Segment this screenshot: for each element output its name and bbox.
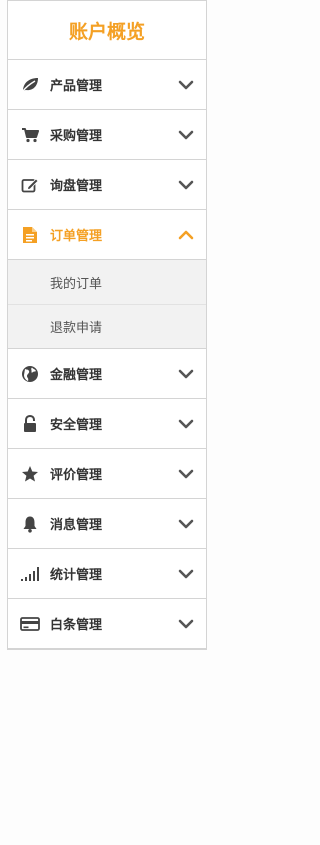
sidebar-item-label: 消息管理 (50, 518, 103, 533)
edit-icon (20, 175, 40, 195)
sidebar-item-inquiry[interactable]: 询盘管理 (8, 160, 206, 210)
star-icon (20, 464, 40, 484)
sidebar-item-security[interactable]: 安全管理 (8, 399, 206, 449)
document-icon (20, 225, 40, 245)
sidebar-item-message[interactable]: 消息管理 (8, 499, 206, 549)
globe-icon (20, 364, 40, 384)
sidebar-item-finance[interactable]: 金融管理 (8, 349, 206, 399)
chevron-down-icon (178, 367, 194, 381)
sidebar-item-label: 产品管理 (50, 79, 103, 94)
leaf-icon (20, 75, 40, 95)
sidebar-item-statistics[interactable]: 统计管理 (8, 549, 206, 599)
chevron-down-icon (178, 128, 194, 142)
chevron-down-icon (178, 617, 194, 631)
sidebar-item-order[interactable]: 订单管理 (8, 210, 206, 260)
chevron-down-icon (178, 178, 194, 192)
sidebar-item-review[interactable]: 评价管理 (8, 449, 206, 499)
sidebar: 账户概览 产品管理 采购管理 询盘管理 订单管理 我的订单 退款申请 金融管理 … (7, 0, 207, 650)
submenu-item-my-orders[interactable]: 我的订单 (8, 260, 206, 304)
sidebar-item-label: 询盘管理 (50, 179, 103, 194)
sidebar-item-product[interactable]: 产品管理 (8, 60, 206, 110)
sidebar-item-label: 统计管理 (50, 568, 103, 583)
chevron-up-icon (178, 228, 194, 242)
sidebar-item-label: 评价管理 (50, 468, 103, 483)
chevron-down-icon (178, 417, 194, 431)
submenu-order: 我的订单 退款申请 (8, 260, 206, 349)
lock-icon (20, 414, 40, 434)
chevron-down-icon (178, 517, 194, 531)
sidebar-item-label: 订单管理 (50, 229, 103, 244)
chevron-down-icon (178, 467, 194, 481)
sidebar-item-label: 采购管理 (50, 129, 103, 144)
sidebar-item-label: 白条管理 (50, 618, 103, 633)
signal-icon (20, 564, 40, 584)
sidebar-item-label: 金融管理 (50, 368, 103, 383)
sidebar-item-label: 安全管理 (50, 418, 103, 433)
cart-icon (20, 125, 40, 145)
chevron-down-icon (178, 78, 194, 92)
sidebar-item-purchase[interactable]: 采购管理 (8, 110, 206, 160)
sidebar-title[interactable]: 账户概览 (8, 0, 206, 60)
submenu-item-refund[interactable]: 退款申请 (8, 304, 206, 348)
bell-icon (20, 514, 40, 534)
credit-card-icon (20, 614, 40, 634)
sidebar-item-credit[interactable]: 白条管理 (8, 599, 206, 649)
chevron-down-icon (178, 567, 194, 581)
